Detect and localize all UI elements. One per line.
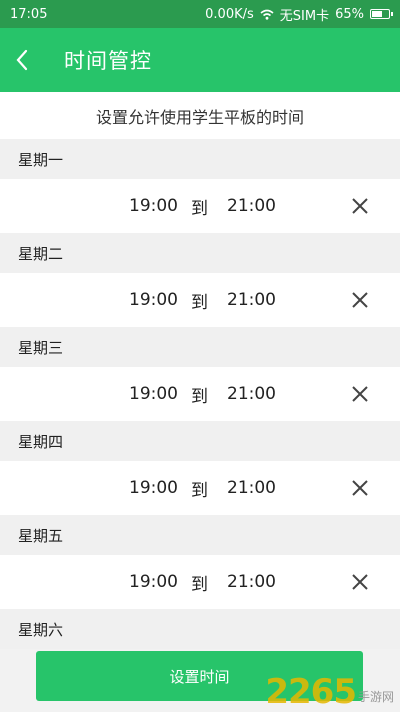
to-label: 到 <box>191 574 208 595</box>
to-label: 到 <box>191 292 208 313</box>
time-row-monday: 19:00 到 21:00 <box>0 179 400 233</box>
end-time[interactable]: 21:00 <box>227 572 276 592</box>
start-time[interactable]: 19:00 <box>129 290 178 310</box>
day-header-monday: 星期一 <box>0 139 400 179</box>
status-right: 0.00K/s 无SIM卡 65% <box>205 5 393 24</box>
set-time-button[interactable]: 设置时间 <box>36 651 363 701</box>
end-time[interactable]: 21:00 <box>227 290 276 310</box>
to-label: 到 <box>191 480 208 501</box>
wifi-icon <box>260 9 274 20</box>
back-button[interactable] <box>2 28 42 92</box>
close-icon <box>352 480 368 496</box>
status-time: 17:05 <box>10 6 48 22</box>
close-icon <box>352 386 368 402</box>
end-time[interactable]: 21:00 <box>227 384 276 404</box>
watermark-text: 手游网 <box>357 690 394 704</box>
end-time[interactable]: 21:00 <box>227 196 276 216</box>
day-header-thursday: 星期四 <box>0 421 400 461</box>
battery-percent: 65% <box>335 6 364 22</box>
start-time[interactable]: 19:00 <box>129 478 178 498</box>
time-row-friday: 19:00 到 21:00 <box>0 555 400 609</box>
time-row-wednesday: 19:00 到 21:00 <box>0 367 400 421</box>
day-header-tuesday: 星期二 <box>0 233 400 273</box>
to-label: 到 <box>191 386 208 407</box>
page-title: 时间管控 <box>64 49 152 73</box>
network-speed: 0.00K/s <box>205 6 254 22</box>
day-header-saturday: 星期六 <box>0 609 400 649</box>
start-time[interactable]: 19:00 <box>129 572 178 592</box>
time-row-thursday: 19:00 到 21:00 <box>0 461 400 515</box>
delete-button[interactable] <box>346 568 374 596</box>
close-icon <box>352 292 368 308</box>
battery-icon <box>370 9 393 19</box>
chevron-left-icon <box>16 49 28 71</box>
close-icon <box>352 198 368 214</box>
close-icon <box>352 574 368 590</box>
app-bar: 时间管控 <box>0 28 400 92</box>
delete-button[interactable] <box>346 192 374 220</box>
to-label: 到 <box>191 198 208 219</box>
day-header-friday: 星期五 <box>0 515 400 555</box>
day-list: 星期一 19:00 到 21:00 星期二 19:00 到 21:00 星期三 … <box>0 139 400 649</box>
delete-button[interactable] <box>346 474 374 502</box>
delete-button[interactable] <box>346 380 374 408</box>
start-time[interactable]: 19:00 <box>129 196 178 216</box>
instruction-text: 设置允许使用学生平板的时间 <box>0 92 400 139</box>
carrier-label: 无SIM卡 <box>279 8 330 24</box>
day-header-wednesday: 星期三 <box>0 327 400 367</box>
time-row-tuesday: 19:00 到 21:00 <box>0 273 400 327</box>
delete-button[interactable] <box>346 286 374 314</box>
end-time[interactable]: 21:00 <box>227 478 276 498</box>
start-time[interactable]: 19:00 <box>129 384 178 404</box>
status-bar: 17:05 0.00K/s 无SIM卡 65% <box>0 0 400 28</box>
